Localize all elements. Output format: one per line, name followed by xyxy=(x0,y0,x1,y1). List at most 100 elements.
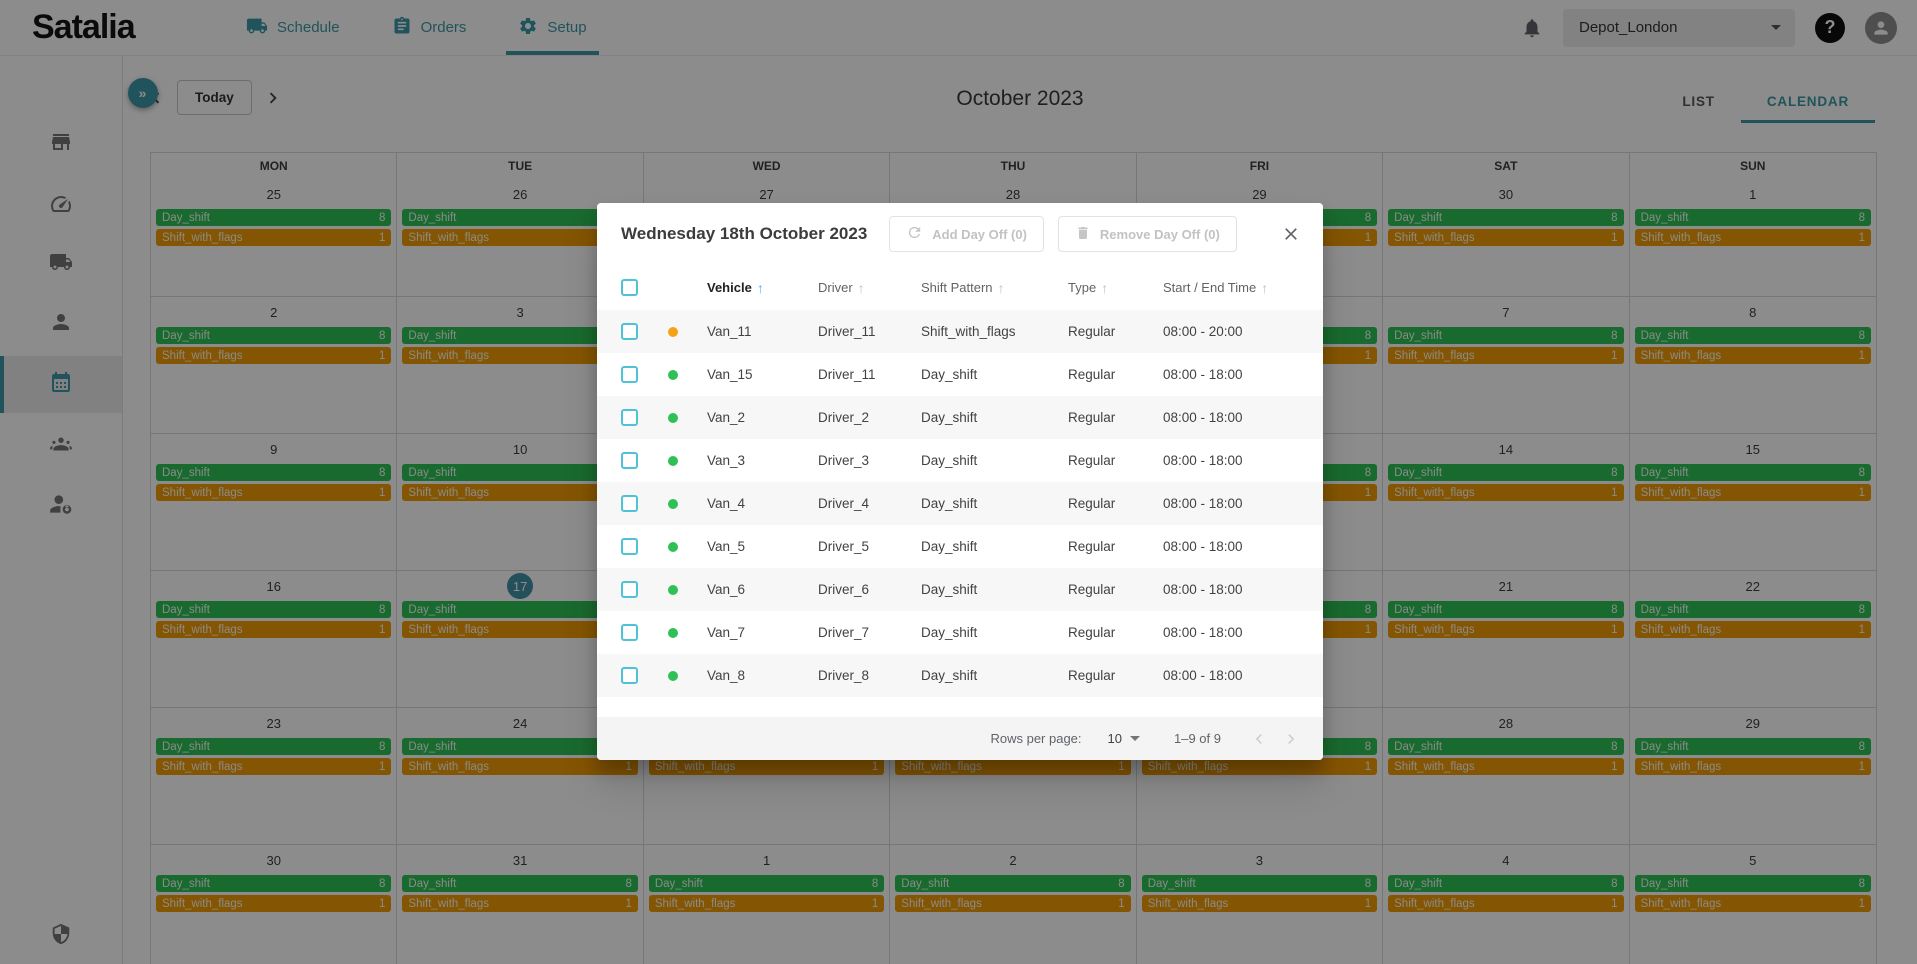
status-cell xyxy=(659,585,707,595)
vehicle-cell: Van_6 xyxy=(707,582,818,597)
shift-pattern-cell: Day_shift xyxy=(921,496,1068,511)
time-cell: 08:00 - 20:00 xyxy=(1163,324,1323,339)
status-dot-green xyxy=(668,370,678,380)
table-row[interactable]: Van_5Driver_5Day_shiftRegular08:00 - 18:… xyxy=(597,525,1323,568)
status-dot-orange xyxy=(668,327,678,337)
type-cell: Regular xyxy=(1068,410,1163,425)
column-label: Type xyxy=(1068,280,1096,295)
type-cell: Regular xyxy=(1068,496,1163,511)
shift-pattern-cell: Day_shift xyxy=(921,453,1068,468)
shift-pattern-cell: Day_shift xyxy=(921,668,1068,683)
status-dot-green xyxy=(668,499,678,509)
type-cell: Regular xyxy=(1068,324,1163,339)
sort-arrow-icon: ↑ xyxy=(1101,280,1108,296)
table-row[interactable]: Van_7Driver_7Day_shiftRegular08:00 - 18:… xyxy=(597,611,1323,654)
sort-arrow-icon: ↑ xyxy=(1261,280,1268,296)
row-checkbox[interactable] xyxy=(621,667,638,684)
table-header: Vehicle↑Driver↑Shift Pattern↑Type↑Start … xyxy=(597,265,1323,310)
shift-pattern-cell: Day_shift xyxy=(921,582,1068,597)
driver-cell: Driver_6 xyxy=(818,582,921,597)
table-row[interactable]: Van_2Driver_2Day_shiftRegular08:00 - 18:… xyxy=(597,396,1323,439)
time-cell: 08:00 - 18:00 xyxy=(1163,582,1323,597)
table-row[interactable]: Van_4Driver_4Day_shiftRegular08:00 - 18:… xyxy=(597,482,1323,525)
time-cell: 08:00 - 18:00 xyxy=(1163,410,1323,425)
remove-day-off-button[interactable]: Remove Day Off (0) xyxy=(1058,216,1237,252)
driver-cell: Driver_11 xyxy=(818,367,921,382)
time-cell: 08:00 - 18:00 xyxy=(1163,496,1323,511)
status-dot-green xyxy=(668,671,678,681)
column-label: Shift Pattern xyxy=(921,280,993,295)
status-dot-green xyxy=(668,628,678,638)
add-day-off-button[interactable]: Add Day Off (0) xyxy=(889,216,1044,252)
close-icon[interactable] xyxy=(1273,216,1309,252)
row-checkbox[interactable] xyxy=(621,495,638,512)
status-cell xyxy=(659,370,707,380)
row-checkbox[interactable] xyxy=(621,323,638,340)
type-cell: Regular xyxy=(1068,668,1163,683)
table-row[interactable]: Van_15Driver_11Day_shiftRegular08:00 - 1… xyxy=(597,353,1323,396)
rows-per-page-value: 10 xyxy=(1108,731,1122,746)
remove-day-off-label: Remove Day Off (0) xyxy=(1100,227,1220,242)
row-checkbox[interactable] xyxy=(621,581,638,598)
time-cell: 08:00 - 18:00 xyxy=(1163,625,1323,640)
trash-icon xyxy=(1075,225,1091,244)
chevron-down-icon xyxy=(1130,736,1140,741)
row-checkbox[interactable] xyxy=(621,366,638,383)
row-checkbox[interactable] xyxy=(621,538,638,555)
vehicle-cell: Van_8 xyxy=(707,668,818,683)
driver-cell: Driver_4 xyxy=(818,496,921,511)
vehicle-cell: Van_15 xyxy=(707,367,818,382)
sync-icon xyxy=(906,224,923,244)
type-cell: Regular xyxy=(1068,453,1163,468)
time-cell: 08:00 - 18:00 xyxy=(1163,668,1323,683)
next-page-button[interactable] xyxy=(1275,723,1307,755)
column-header-driver[interactable]: Driver ↑ xyxy=(818,280,921,296)
status-dot-green xyxy=(668,542,678,552)
shift-pattern-cell: Day_shift xyxy=(921,410,1068,425)
row-checkbox[interactable] xyxy=(621,452,638,469)
driver-cell: Driver_8 xyxy=(818,668,921,683)
pagination-controls xyxy=(1243,723,1307,755)
type-cell: Regular xyxy=(1068,539,1163,554)
table-row[interactable]: Van_8Driver_8Day_shiftRegular08:00 - 18:… xyxy=(597,654,1323,697)
previous-page-button[interactable] xyxy=(1243,723,1275,755)
rows-per-page-label: Rows per page: xyxy=(990,731,1081,746)
driver-cell: Driver_2 xyxy=(818,410,921,425)
row-checkbox[interactable] xyxy=(621,409,638,426)
row-checkbox[interactable] xyxy=(621,624,638,641)
vehicle-cell: Van_3 xyxy=(707,453,818,468)
vehicle-cell: Van_7 xyxy=(707,625,818,640)
column-label: Vehicle xyxy=(707,280,752,295)
table-row[interactable]: Van_11Driver_11Shift_with_flagsRegular08… xyxy=(597,310,1323,353)
status-cell xyxy=(659,542,707,552)
day-detail-modal: Wednesday 18th October 2023 Add Day Off … xyxy=(597,203,1323,760)
select-all-checkbox[interactable] xyxy=(621,279,638,296)
shift-pattern-cell: Day_shift xyxy=(921,625,1068,640)
column-label: Start / End Time xyxy=(1163,280,1256,295)
table-row[interactable]: Van_6Driver_6Day_shiftRegular08:00 - 18:… xyxy=(597,568,1323,611)
column-header-start-end-time[interactable]: Start / End Time ↑ xyxy=(1163,280,1323,296)
time-cell: 08:00 - 18:00 xyxy=(1163,367,1323,382)
type-cell: Regular xyxy=(1068,582,1163,597)
modal-title: Wednesday 18th October 2023 xyxy=(621,224,867,244)
column-label: Driver xyxy=(818,280,853,295)
modal-header: Wednesday 18th October 2023 Add Day Off … xyxy=(597,203,1323,265)
status-cell xyxy=(659,456,707,466)
type-cell: Regular xyxy=(1068,367,1163,382)
column-header-type[interactable]: Type ↑ xyxy=(1068,280,1163,296)
table-row[interactable]: Van_3Driver_3Day_shiftRegular08:00 - 18:… xyxy=(597,439,1323,482)
column-header-vehicle[interactable]: Vehicle↑ xyxy=(707,280,818,296)
vehicle-cell: Van_4 xyxy=(707,496,818,511)
table-pagination: Rows per page: 10 1–9 of 9 xyxy=(597,717,1323,760)
status-dot-green xyxy=(668,413,678,423)
column-header-shift-pattern[interactable]: Shift Pattern↑ xyxy=(921,280,1068,296)
status-cell xyxy=(659,413,707,423)
sort-arrow-icon: ↑ xyxy=(858,280,865,296)
shift-pattern-cell: Day_shift xyxy=(921,539,1068,554)
status-cell xyxy=(659,499,707,509)
driver-cell: Driver_5 xyxy=(818,539,921,554)
driver-cell: Driver_7 xyxy=(818,625,921,640)
status-cell xyxy=(659,327,707,337)
rows-per-page-select[interactable]: 10 xyxy=(1108,731,1140,746)
status-cell xyxy=(659,671,707,681)
